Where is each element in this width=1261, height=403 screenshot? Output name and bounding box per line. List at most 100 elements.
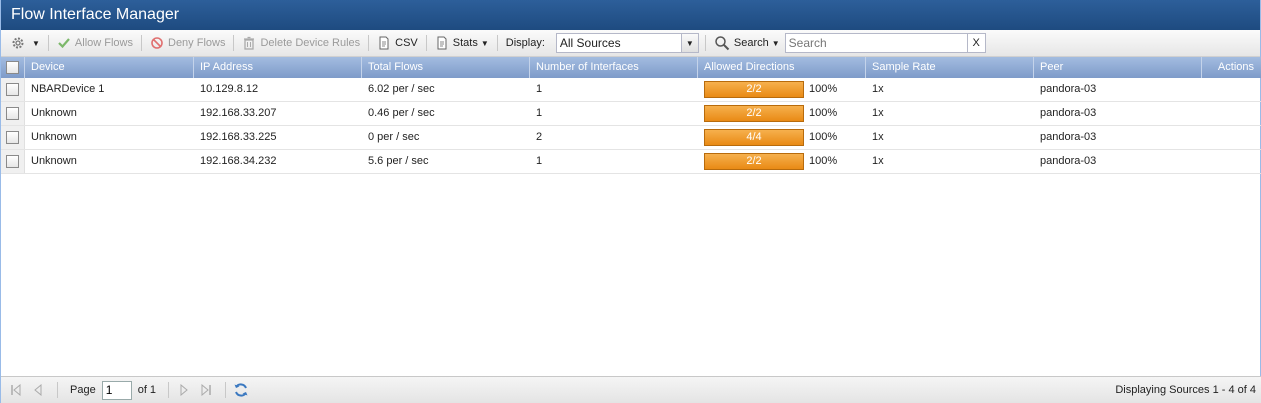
chevron-down-icon: ▼ — [771, 38, 780, 48]
directions-percent: 100% — [809, 107, 838, 119]
cell-ip-address: 192.168.33.207 — [200, 107, 277, 119]
stats-label: Stats — [452, 37, 478, 49]
directions-progress-bar: 4/4 — [704, 129, 804, 146]
cell-sample-rate: 1x — [872, 155, 884, 167]
previous-page-icon — [34, 384, 42, 396]
display-select[interactable]: All Sources ▼ — [555, 33, 699, 53]
column-header-ip-address[interactable]: IP Address — [194, 57, 362, 78]
column-header-number-of-interfaces[interactable]: Number of Interfaces — [530, 57, 698, 78]
row-checkbox[interactable] — [6, 107, 19, 120]
directions-percent: 100% — [809, 83, 838, 95]
cell-number-of-interfaces: 2 — [536, 131, 543, 143]
cell-device: NBARDevice 1 — [31, 83, 105, 95]
paging-separator — [57, 382, 58, 398]
directions-progress-bar: 2/2 — [704, 105, 804, 122]
paging-separator — [225, 382, 227, 398]
first-page-icon — [11, 384, 21, 396]
toolbar-separator — [704, 35, 706, 51]
row-select-cell[interactable] — [1, 78, 25, 101]
next-page-button[interactable] — [175, 381, 193, 399]
chevron-down-icon[interactable]: ▼ — [680, 34, 698, 52]
cell-allowed-directions: 2/2 100% — [698, 78, 866, 101]
csv-label: CSV — [395, 37, 418, 49]
column-header-peer[interactable]: Peer — [1034, 57, 1202, 78]
page-label: Page — [70, 384, 96, 396]
next-page-icon — [180, 384, 188, 396]
table-row[interactable]: Unknown 192.168.34.232 5.6 per / sec 1 2… — [1, 150, 1261, 174]
table-row[interactable]: Unknown 192.168.33.207 0.46 per / sec 1 … — [1, 102, 1261, 126]
csv-button[interactable]: CSV — [372, 32, 423, 54]
toolbar-separator — [425, 35, 427, 51]
delete-device-rules-button[interactable]: Delete Device Rules — [237, 32, 365, 54]
column-header-sample-rate[interactable]: Sample Rate — [866, 57, 1034, 78]
cell-allowed-directions: 2/2 100% — [698, 102, 866, 125]
search-menu-button[interactable]: Search ▼ — [709, 32, 785, 54]
cell-peer: pandora-03 — [1040, 83, 1097, 95]
grid-header: Device IP Address Total Flows Number of … — [1, 57, 1261, 78]
cell-ip-address: 10.129.8.12 — [200, 83, 259, 95]
paging-separator — [168, 382, 170, 398]
cell-number-of-interfaces: 1 — [536, 107, 543, 119]
clear-search-button[interactable]: X — [967, 33, 986, 53]
stats-menu-button[interactable]: Stats ▼ — [430, 32, 494, 54]
display-label: Display: — [505, 37, 545, 49]
cell-number-of-interfaces: 1 — [536, 83, 543, 95]
toolbar-separator — [496, 35, 498, 51]
previous-page-button[interactable] — [29, 381, 47, 399]
chevron-down-icon: ▼ — [480, 38, 489, 48]
search-input[interactable] — [784, 33, 968, 53]
column-header-device[interactable]: Device — [25, 57, 194, 78]
cell-allowed-directions: 2/2 100% — [698, 150, 866, 173]
cell-actions[interactable] — [1202, 102, 1261, 125]
search-icon — [714, 35, 730, 51]
cell-total-flows: 0 per / sec — [368, 131, 420, 143]
select-all-checkbox[interactable] — [6, 61, 19, 74]
paging-toolbar: Page of 1 Displaying Sources 1 - 4 of 4 — [1, 376, 1261, 403]
cell-peer: pandora-03 — [1040, 107, 1097, 119]
allow-flows-label: Allow Flows — [74, 37, 133, 49]
column-header-allowed-directions[interactable]: Allowed Directions — [698, 57, 866, 78]
window-title: Flow Interface Manager — [1, 0, 1260, 30]
table-row[interactable]: NBARDevice 1 10.129.8.12 6.02 per / sec … — [1, 78, 1261, 102]
column-header-actions[interactable]: Actions — [1202, 57, 1261, 78]
cell-total-flows: 5.6 per / sec — [368, 155, 429, 167]
allow-flows-button[interactable]: Allow Flows — [52, 32, 138, 54]
display-info: Displaying Sources 1 - 4 of 4 — [1115, 384, 1256, 396]
last-page-button[interactable] — [197, 381, 215, 399]
first-page-button[interactable] — [7, 381, 25, 399]
toolbar: ▼ Allow Flows Deny Flows Delete Device R… — [1, 30, 1260, 57]
cell-actions[interactable] — [1202, 78, 1261, 101]
document-icon — [377, 36, 391, 50]
cell-total-flows: 0.46 per / sec — [368, 107, 435, 119]
row-checkbox[interactable] — [6, 155, 19, 168]
table-row[interactable]: Unknown 192.168.33.225 0 per / sec 2 4/4… — [1, 126, 1261, 150]
page-number-input[interactable] — [101, 380, 132, 400]
toolbar-separator — [47, 35, 49, 51]
gear-menu-button[interactable]: ▼ — [6, 32, 45, 54]
cell-peer: pandora-03 — [1040, 155, 1097, 167]
cell-actions[interactable] — [1202, 150, 1261, 173]
column-header-total-flows[interactable]: Total Flows — [362, 57, 530, 78]
row-select-cell[interactable] — [1, 102, 25, 125]
cell-actions[interactable] — [1202, 126, 1261, 149]
last-page-icon — [201, 384, 211, 396]
refresh-button[interactable] — [232, 381, 250, 399]
page-count-label: of 1 — [137, 384, 157, 396]
toolbar-separator — [141, 35, 142, 51]
cell-ip-address: 192.168.33.225 — [200, 131, 277, 143]
grid-body: NBARDevice 1 10.129.8.12 6.02 per / sec … — [1, 78, 1261, 174]
cell-sample-rate: 1x — [872, 131, 884, 143]
row-select-cell[interactable] — [1, 126, 25, 149]
delete-device-rules-label: Delete Device Rules — [260, 37, 361, 49]
deny-flows-button[interactable]: Deny Flows — [145, 32, 230, 54]
cell-device: Unknown — [31, 155, 77, 167]
row-checkbox[interactable] — [6, 83, 19, 96]
row-select-cell[interactable] — [1, 150, 25, 173]
deny-flows-label: Deny Flows — [168, 37, 226, 49]
trash-icon — [242, 36, 256, 50]
display-select-value: All Sources — [559, 36, 621, 50]
row-checkbox[interactable] — [6, 131, 19, 144]
select-all-header[interactable] — [1, 57, 25, 78]
cell-number-of-interfaces: 1 — [536, 155, 543, 167]
cell-ip-address: 192.168.34.232 — [200, 155, 277, 167]
